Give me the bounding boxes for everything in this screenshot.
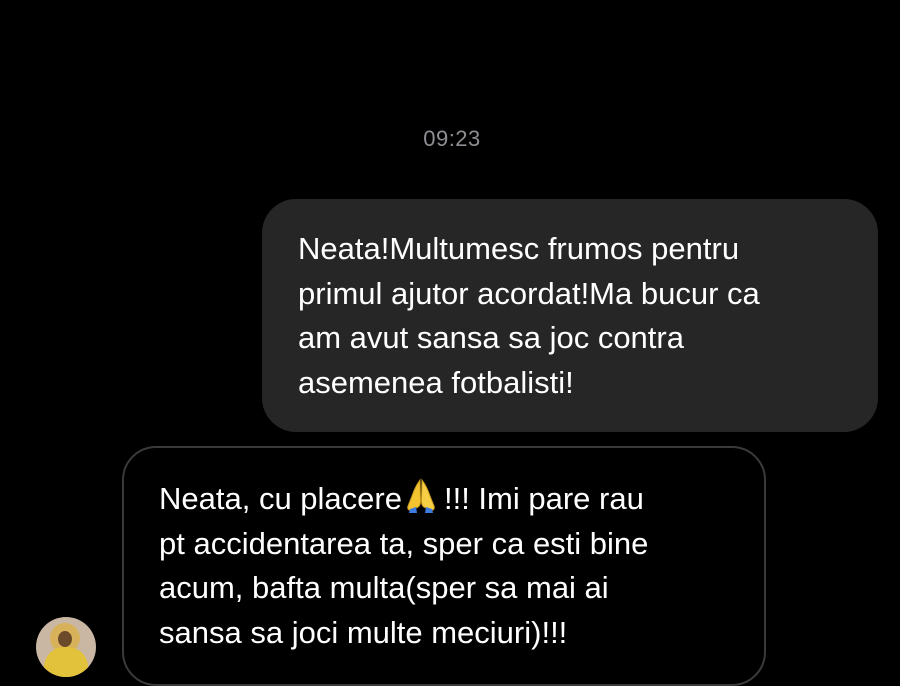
message-text-segment: !!! Imi pare rau xyxy=(443,481,644,516)
message-text-line: Neata!Multumesc frumos pentru xyxy=(298,231,740,266)
sender-avatar[interactable] xyxy=(36,617,96,677)
message-text-line: Neata, cu placere !!! Imi pare rau xyxy=(159,476,734,522)
message-text-segment: Neata, cu placere xyxy=(159,481,402,516)
outgoing-message-bubble[interactable]: Neata!Multumesc frumos pentru primul aju… xyxy=(262,199,878,432)
incoming-message-bubble[interactable]: Neata, cu placere !!! Imi pare rau pt ac… xyxy=(122,446,766,686)
avatar-image xyxy=(44,647,88,677)
message-text-line: sansa sa joci multe meciuri)!!! xyxy=(159,614,568,650)
folded-hands-icon xyxy=(407,478,435,513)
message-text-line: pt accidentarea ta, sper ca esti bine xyxy=(159,525,649,561)
message-text-line: asemenea fotbalisti! xyxy=(298,364,574,400)
message-text-line: primul ajutor acordat!Ma bucur ca xyxy=(298,275,760,311)
avatar-image xyxy=(58,631,72,647)
message-timestamp: 09:23 xyxy=(423,126,481,151)
message-text-line: acum, bafta multa(sper sa mai ai xyxy=(159,570,609,605)
message-text-line: am avut sansa sa joc contra xyxy=(298,320,684,355)
